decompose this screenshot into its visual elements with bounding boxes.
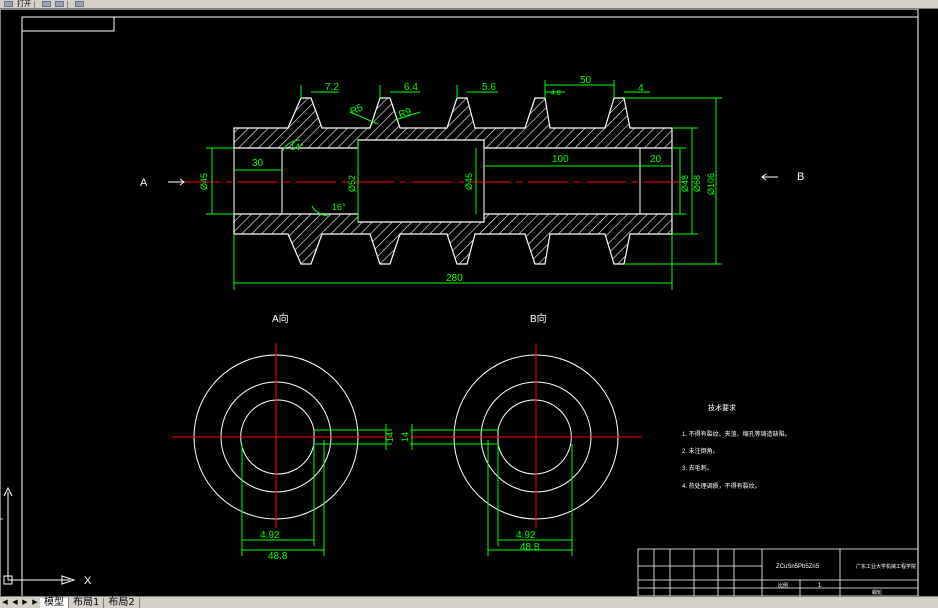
view-label-b: B: [797, 171, 804, 183]
drawing-frame: [21, 16, 919, 596]
dim-4-92-b: 4.92: [516, 530, 536, 541]
dim-4-8: 4.8: [551, 90, 561, 97]
tab-prev-icon[interactable]: ◀: [10, 598, 20, 608]
dim-phi52: Ø52: [347, 175, 357, 192]
toolbar: 打开: [0, 0, 938, 9]
dim-angle-16: 16°: [332, 202, 346, 212]
end-view-a-label: A向: [272, 312, 289, 325]
tab-last-icon[interactable]: ▶: [30, 598, 40, 608]
dim-50: 50: [580, 75, 592, 86]
title-drawing-name: 蜗轮: [872, 589, 882, 596]
dim-4: 4: [638, 83, 644, 94]
tab-next-icon[interactable]: ▶: [20, 598, 30, 608]
dim-phi45: Ø45: [464, 173, 474, 190]
dim-4-92-a: 4.92: [260, 530, 280, 541]
dim-48-8-b: 48.8: [520, 542, 540, 553]
toolbar-separator: [34, 0, 35, 8]
dim-phi68: Ø68: [692, 175, 702, 192]
dim-phi106: Ø106: [706, 173, 716, 195]
ucs-icon: [3, 486, 76, 585]
tab-layout-1[interactable]: 布局1: [69, 597, 105, 608]
title-material: ZCuSn5Pb5Zn5: [776, 564, 820, 570]
ucs-y-label: Y: [0, 516, 5, 522]
title-school: 广东工业大学机械工程学院: [856, 563, 916, 570]
layout-tabs: ◀ ◀ ▶ ▶ 模型 布局1 布局2: [0, 596, 938, 608]
dim-280: 280: [446, 273, 463, 284]
tab-first-icon[interactable]: ◀: [0, 598, 10, 608]
drawing-label-box: [21, 16, 115, 32]
dim-phi48: Ø48: [680, 175, 690, 192]
dim-14-a: 14: [385, 432, 395, 442]
open-label[interactable]: 打开: [17, 1, 31, 8]
open-icon[interactable]: [4, 1, 13, 7]
dim-r5: R5: [349, 102, 366, 118]
dim-phi45-left: Ø45: [199, 173, 209, 190]
dim-30: 30: [252, 158, 264, 169]
end-view-b: B向 14 4.92 48.8: [400, 312, 642, 556]
dim-48-8-a: 48.8: [268, 551, 288, 562]
properties-icon[interactable]: [55, 1, 64, 7]
dim-100: 100: [552, 154, 569, 165]
dim-7-2: 7.2: [325, 82, 339, 93]
toolbar-separator: [67, 0, 68, 8]
dim-r9: R9: [397, 106, 413, 121]
dim-14-b: 14: [400, 432, 410, 442]
technical-requirements: 技术要求 1. 不得有裂纹、夹渣、缩孔等铸造缺陷。 2. 未注倒角。 3. 去毛…: [682, 403, 791, 490]
tech-req-title: 技术要求: [708, 403, 736, 412]
dim-5-6: 5.6: [482, 82, 496, 93]
ucs-x-label: X: [84, 575, 92, 587]
tech-req-item-2: 2. 未注倒角。: [682, 447, 719, 455]
layer-icon[interactable]: [42, 1, 51, 7]
tab-layout-2[interactable]: 布局2: [104, 597, 140, 608]
pan-icon[interactable]: [75, 1, 84, 7]
end-view-b-label: B向: [530, 312, 547, 325]
end-view-a: A向 14 4.92 48.8: [172, 312, 395, 562]
section-view: [180, 97, 690, 265]
view-label-a: A: [140, 177, 148, 189]
tech-req-item-4: 4. 热处理调质，不得有裂纹。: [682, 482, 761, 490]
title-scale-label: 比例: [778, 582, 788, 589]
dim-angle-14: 14°: [290, 142, 304, 152]
dim-20: 20: [650, 154, 662, 165]
worm-section-lower: [233, 213, 673, 265]
tab-model[interactable]: 模型: [40, 597, 69, 608]
tech-req-item-1: 1. 不得有裂纹、夹渣、缩孔等铸造缺陷。: [682, 430, 791, 438]
tech-req-item-3: 3. 去毛刺。: [682, 464, 713, 472]
dim-6-4: 6.4: [404, 82, 418, 93]
drawing-canvas[interactable]: 7.2 6.4 5.6 50 4 4.8 R5 R9 14° 16° 30 10…: [0, 9, 938, 596]
paper-border: [0, 9, 919, 596]
